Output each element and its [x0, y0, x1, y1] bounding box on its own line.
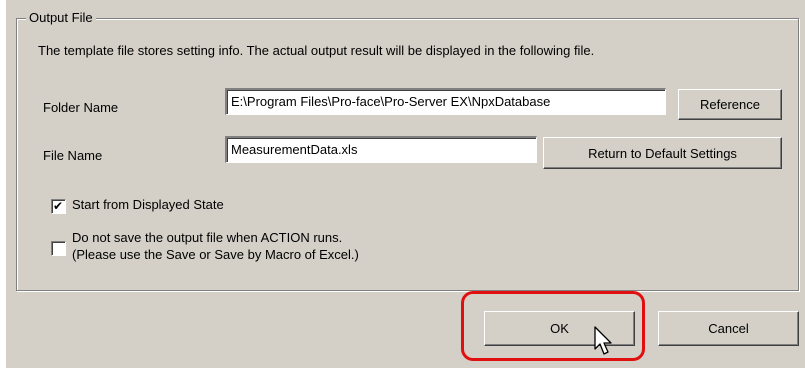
- checkmark-icon: ✔: [53, 199, 64, 213]
- do-not-save-label: Do not save the output file when ACTION …: [72, 229, 359, 263]
- groupbox-title: Output File: [26, 9, 96, 27]
- output-file-description: The template file stores setting info. T…: [38, 43, 595, 58]
- do-not-save-label-line1: Do not save the output file when ACTION …: [72, 230, 343, 245]
- reference-button[interactable]: Reference: [678, 89, 782, 120]
- output-file-dialog: Output File The template file stores set…: [5, 0, 805, 368]
- file-name-field[interactable]: MeasurementData.xls: [225, 136, 537, 163]
- cancel-button[interactable]: Cancel: [658, 311, 799, 346]
- start-from-displayed-label: Start from Displayed State: [72, 197, 224, 212]
- start-from-displayed-checkbox[interactable]: ✔: [51, 199, 66, 214]
- folder-name-field[interactable]: E:\Program Files\Pro-face\Pro-Server EX\…: [225, 88, 666, 115]
- folder-name-label: Folder Name: [43, 100, 119, 115]
- return-to-default-button[interactable]: Return to Default Settings: [543, 137, 782, 169]
- do-not-save-checkbox[interactable]: [51, 241, 66, 256]
- ok-highlight-annotation: [461, 291, 645, 361]
- file-name-label: File Name: [43, 148, 103, 163]
- do-not-save-label-line2: (Please use the Save or Save by Macro of…: [72, 247, 359, 262]
- mouse-pointer-icon: [594, 326, 614, 359]
